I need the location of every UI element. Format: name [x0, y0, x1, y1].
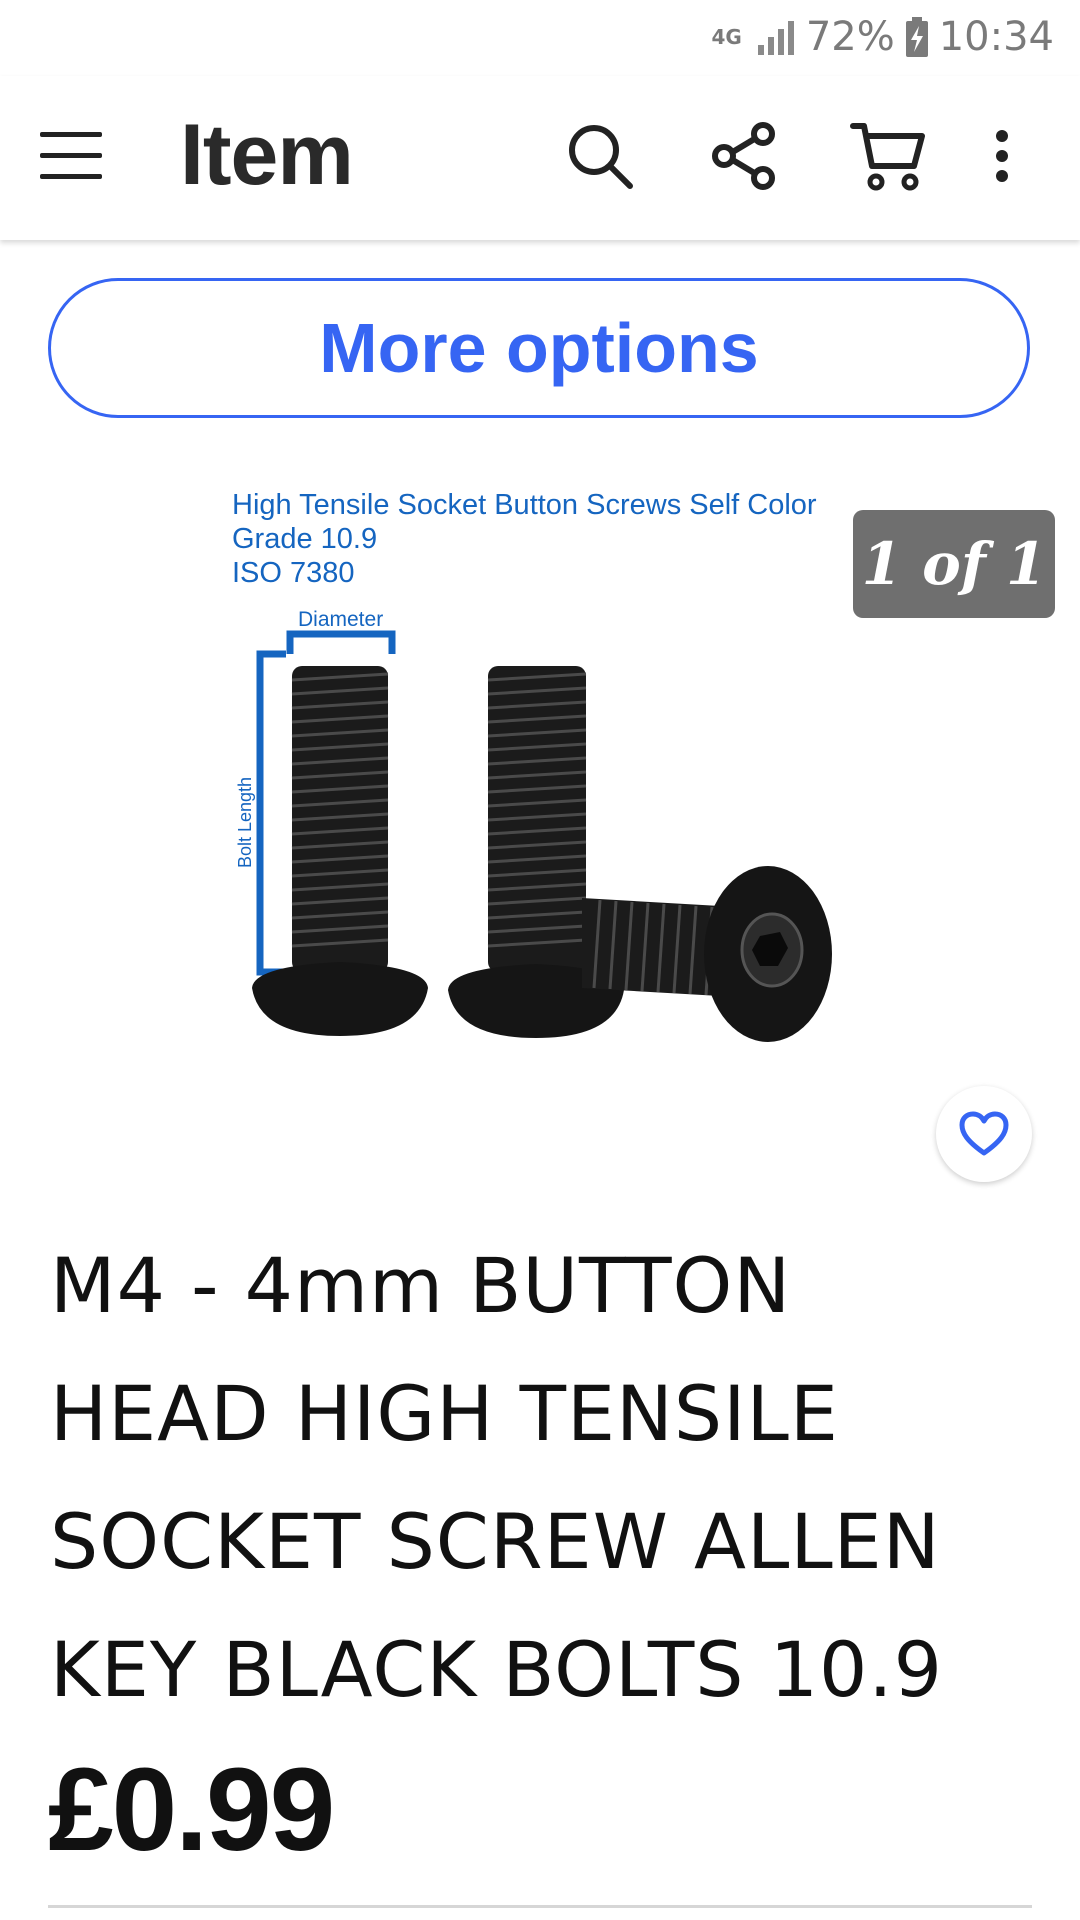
image-counter: 1 of 1	[853, 510, 1055, 618]
item-price: £0.99	[48, 1744, 335, 1876]
status-bar: 4G 72% 10:34	[0, 0, 1080, 76]
menu-icon	[40, 132, 102, 179]
search-icon	[569, 125, 633, 189]
app-bar: Item	[0, 76, 1080, 240]
status-indicators: 4G 72% 10:34	[711, 12, 1054, 62]
item-title: M4 - 4mm BUTTON HEAD HIGH TENSILE SOCKET…	[50, 1241, 943, 1714]
diameter-label: Diameter	[298, 608, 383, 631]
divider	[48, 1905, 1032, 1908]
heart-icon	[959, 1111, 1009, 1156]
search-button[interactable]	[558, 114, 642, 198]
watch-button[interactable]	[936, 1086, 1032, 1182]
network-type: 4G	[711, 25, 742, 49]
clock: 10:34	[938, 14, 1054, 60]
more-vert-icon	[996, 130, 1008, 182]
bolt-length-label: Bolt Length	[235, 777, 255, 868]
more-menu-button[interactable]	[972, 114, 1032, 198]
battery-percent: 72%	[805, 14, 895, 60]
menu-button[interactable]	[40, 128, 102, 184]
product-image[interactable]: High Tensile Socket Button Screws Self C…	[220, 488, 840, 1068]
bolts-illustration: Diameter Bolt Length	[235, 608, 832, 1042]
cart-button[interactable]	[846, 114, 930, 198]
signal-icon	[757, 21, 794, 55]
page-title: Item	[180, 107, 354, 203]
battery-charging-icon	[905, 17, 928, 57]
share-icon	[712, 122, 775, 190]
share-button[interactable]	[702, 114, 786, 198]
more-options-button[interactable]: More options	[48, 278, 1030, 418]
cart-icon	[850, 123, 925, 191]
